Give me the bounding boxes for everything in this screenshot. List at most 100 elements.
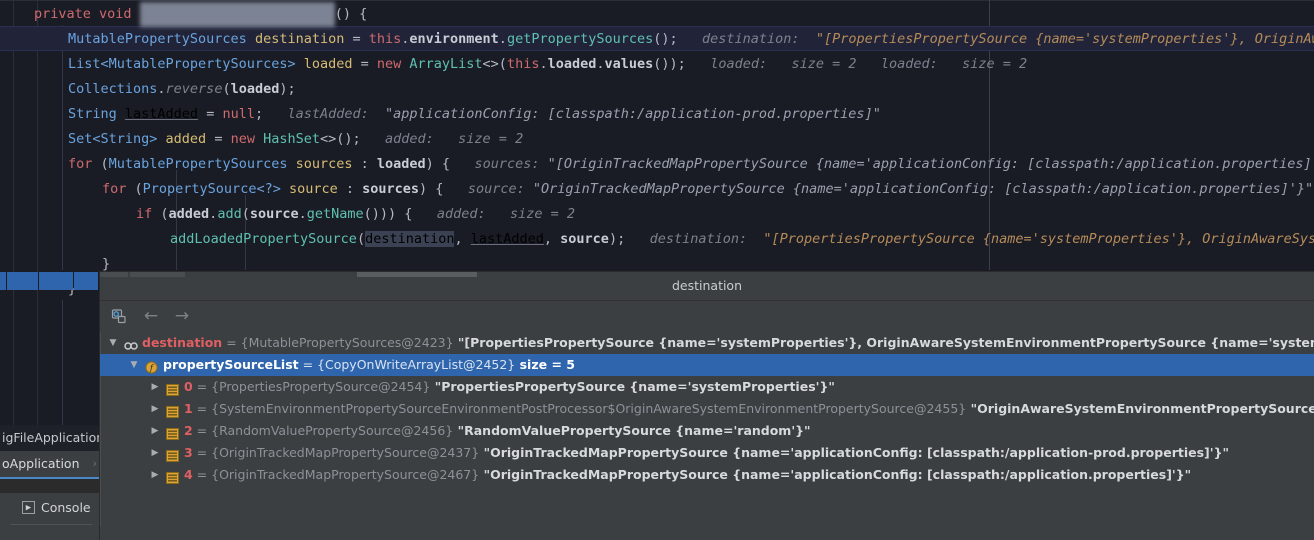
code-token: values [605, 56, 654, 72]
code-token: lastAdded [471, 231, 544, 247]
tree-node-value: "OriginTrackedMapPropertySource {name='a… [479, 445, 1229, 460]
code-token: ) { [419, 181, 443, 197]
tree-row[interactable]: ▶4 = {OriginTrackedMapPropertySource@246… [100, 464, 1314, 486]
array-element-icon [166, 403, 179, 415]
code-line[interactable]: String lastAdded = null; lastAdded: "app… [0, 102, 1314, 127]
code-token: ); [279, 81, 295, 97]
code-token: : [338, 181, 362, 197]
tree-node-equals: = [193, 379, 211, 394]
code-token: this [369, 31, 402, 47]
inline-debug-hint: "OriginTrackedMapPropertySource {name='a… [533, 181, 1313, 197]
code-token: . [499, 31, 507, 47]
code-line[interactable]: Set<String> added = new HashSet<>(); add… [0, 127, 1314, 152]
code-token: lastAdded [125, 106, 198, 122]
tree-node-type: {OriginTrackedMapPropertySource@2467} [211, 467, 479, 482]
tree-node-equals: = [193, 445, 211, 460]
code-token: for [68, 156, 101, 172]
code-token: added [169, 206, 210, 222]
chevron-right-icon[interactable]: ▶ [148, 420, 162, 442]
code-token: getPropertySources [507, 31, 653, 47]
tree-row-text: 1 = {SystemEnvironmentPropertySourceEnvi… [184, 398, 1314, 420]
code-token: new [377, 56, 410, 72]
popup-titlebar[interactable]: destination [100, 272, 1314, 301]
console-tab[interactable]: ▶ Console [0, 493, 100, 521]
variables-tree[interactable]: ▼destination = {MutablePropertySources@2… [100, 332, 1314, 527]
active-tab-underline [0, 477, 100, 479]
code-token: ())) { [364, 206, 413, 222]
arrow-right-icon[interactable]: → [171, 305, 193, 327]
chevron-down-icon[interactable]: ▼ [106, 332, 120, 354]
evaluate-expression-icon[interactable] [108, 305, 130, 327]
code-token: <>( [483, 56, 507, 72]
tree-row[interactable]: ▼fpropertySourceList = {CopyOnWriteArray… [100, 354, 1314, 376]
tree-row[interactable]: ▼destination = {MutablePropertySources@2… [100, 332, 1314, 354]
code-token: ) { [426, 156, 450, 172]
code-token: List<MutablePropertySources> [68, 56, 304, 72]
code-token: ( [135, 181, 143, 197]
code-token: () { [335, 6, 368, 22]
code-token: addLoadedPropertySource [170, 231, 357, 247]
tree-node-equals: = [222, 335, 240, 350]
chevron-right-icon[interactable]: ▶ [148, 376, 162, 398]
code-token: source [560, 231, 609, 247]
code-token: this [507, 56, 540, 72]
tree-row[interactable]: ▶ 3 = {OriginTrackedMapPropertySource@243… [100, 442, 1314, 464]
tree-row-text: 2 = {RandomValuePropertySource@2456} "Ra… [184, 420, 811, 442]
code-token: . [596, 56, 604, 72]
run-tab-config-file-application[interactable]: igFileApplication [0, 425, 100, 451]
chevron-right-icon[interactable]: ▶ [148, 464, 162, 486]
highlighted-variable: destination [365, 231, 454, 247]
code-token: environment [409, 31, 498, 47]
code-line[interactable]: private void addLoadedPropertySources() … [0, 2, 1314, 27]
code-line[interactable]: if (added.add(source.getName())) { added… [0, 202, 1314, 227]
tree-node-equals: = [299, 357, 317, 372]
inline-debug-hint: "applicationConfig: [classpath:/applicat… [385, 106, 881, 122]
code-token: . [299, 206, 307, 222]
code-token: loaded [377, 156, 426, 172]
watch-link-icon [124, 337, 137, 349]
editor-top-divider [0, 0, 1314, 1]
code-line[interactable]: for (MutablePropertySources sources : lo… [0, 152, 1314, 177]
tree-node-equals: = [193, 467, 211, 482]
code-token: ( [160, 206, 168, 222]
tree-node-value: "PropertiesPropertySource {name='systemP… [430, 379, 835, 394]
code-token: PropertySource<?> [143, 181, 289, 197]
tree-node-value: "OriginAwareSystemEnvironmentPropertySou… [966, 401, 1314, 416]
tree-row[interactable]: ▶ 0 = {PropertiesPropertySource@2454} "Pr… [100, 376, 1314, 398]
value-inspector-popup[interactable]: destination ← → ▼destination = {MutableP… [100, 272, 1314, 540]
array-element-icon [166, 447, 179, 459]
tree-node-type: {RandomValuePropertySource@2456} [211, 423, 453, 438]
chevron-down-icon[interactable]: ▼ [127, 354, 141, 376]
code-line[interactable]: List<MutablePropertySources> loaded = ne… [0, 52, 1314, 77]
arrow-left-icon[interactable]: ← [140, 305, 162, 327]
code-line[interactable]: MutablePropertySources destination = thi… [0, 27, 1314, 52]
code-token: = [344, 31, 368, 47]
popup-toolbar[interactable]: ← → [100, 301, 1314, 331]
code-token: ; [255, 106, 263, 122]
code-token: source [289, 181, 338, 197]
inline-debug-hint: source: [443, 181, 532, 197]
tree-node-type: {PropertiesPropertySource@2454} [211, 379, 430, 394]
tree-node-equals: = [193, 423, 211, 438]
tree-row[interactable]: ▶ 2 = {RandomValuePropertySource@2456} "R… [100, 420, 1314, 442]
tree-node-name: 0 [184, 379, 193, 394]
code-line[interactable]: addLoadedPropertySource(destination, las… [0, 227, 1314, 252]
code-token: Collections [68, 81, 157, 97]
console-tab-label: Console [41, 500, 91, 515]
code-line[interactable]: for (PropertySource<?> source : sources)… [0, 177, 1314, 202]
selection-strip [39, 272, 73, 290]
tree-row-text: 3 = {OriginTrackedMapPropertySource@2437… [184, 442, 1229, 464]
inline-debug-hint: "[PropertiesPropertySource {name='system… [816, 31, 1314, 47]
tree-node-size: size = 5 [515, 357, 575, 372]
tree-row[interactable]: ▶ 1 = {SystemEnvironmentPropertySourceEnv… [100, 398, 1314, 420]
chevron-right-icon[interactable]: ▶ [148, 398, 162, 420]
code-token: added [166, 131, 207, 147]
run-tab-demo-application[interactable]: oApplication › [0, 451, 100, 477]
chevron-right-icon[interactable]: ▶ [148, 442, 162, 464]
inline-debug-hint: destination: [625, 231, 763, 247]
code-line[interactable]: Collections.reverse(loaded); [0, 77, 1314, 102]
play-icon: ▶ [22, 501, 35, 514]
code-token: loaded [304, 56, 353, 72]
code-token: ); [609, 231, 625, 247]
code-token: source [250, 206, 299, 222]
